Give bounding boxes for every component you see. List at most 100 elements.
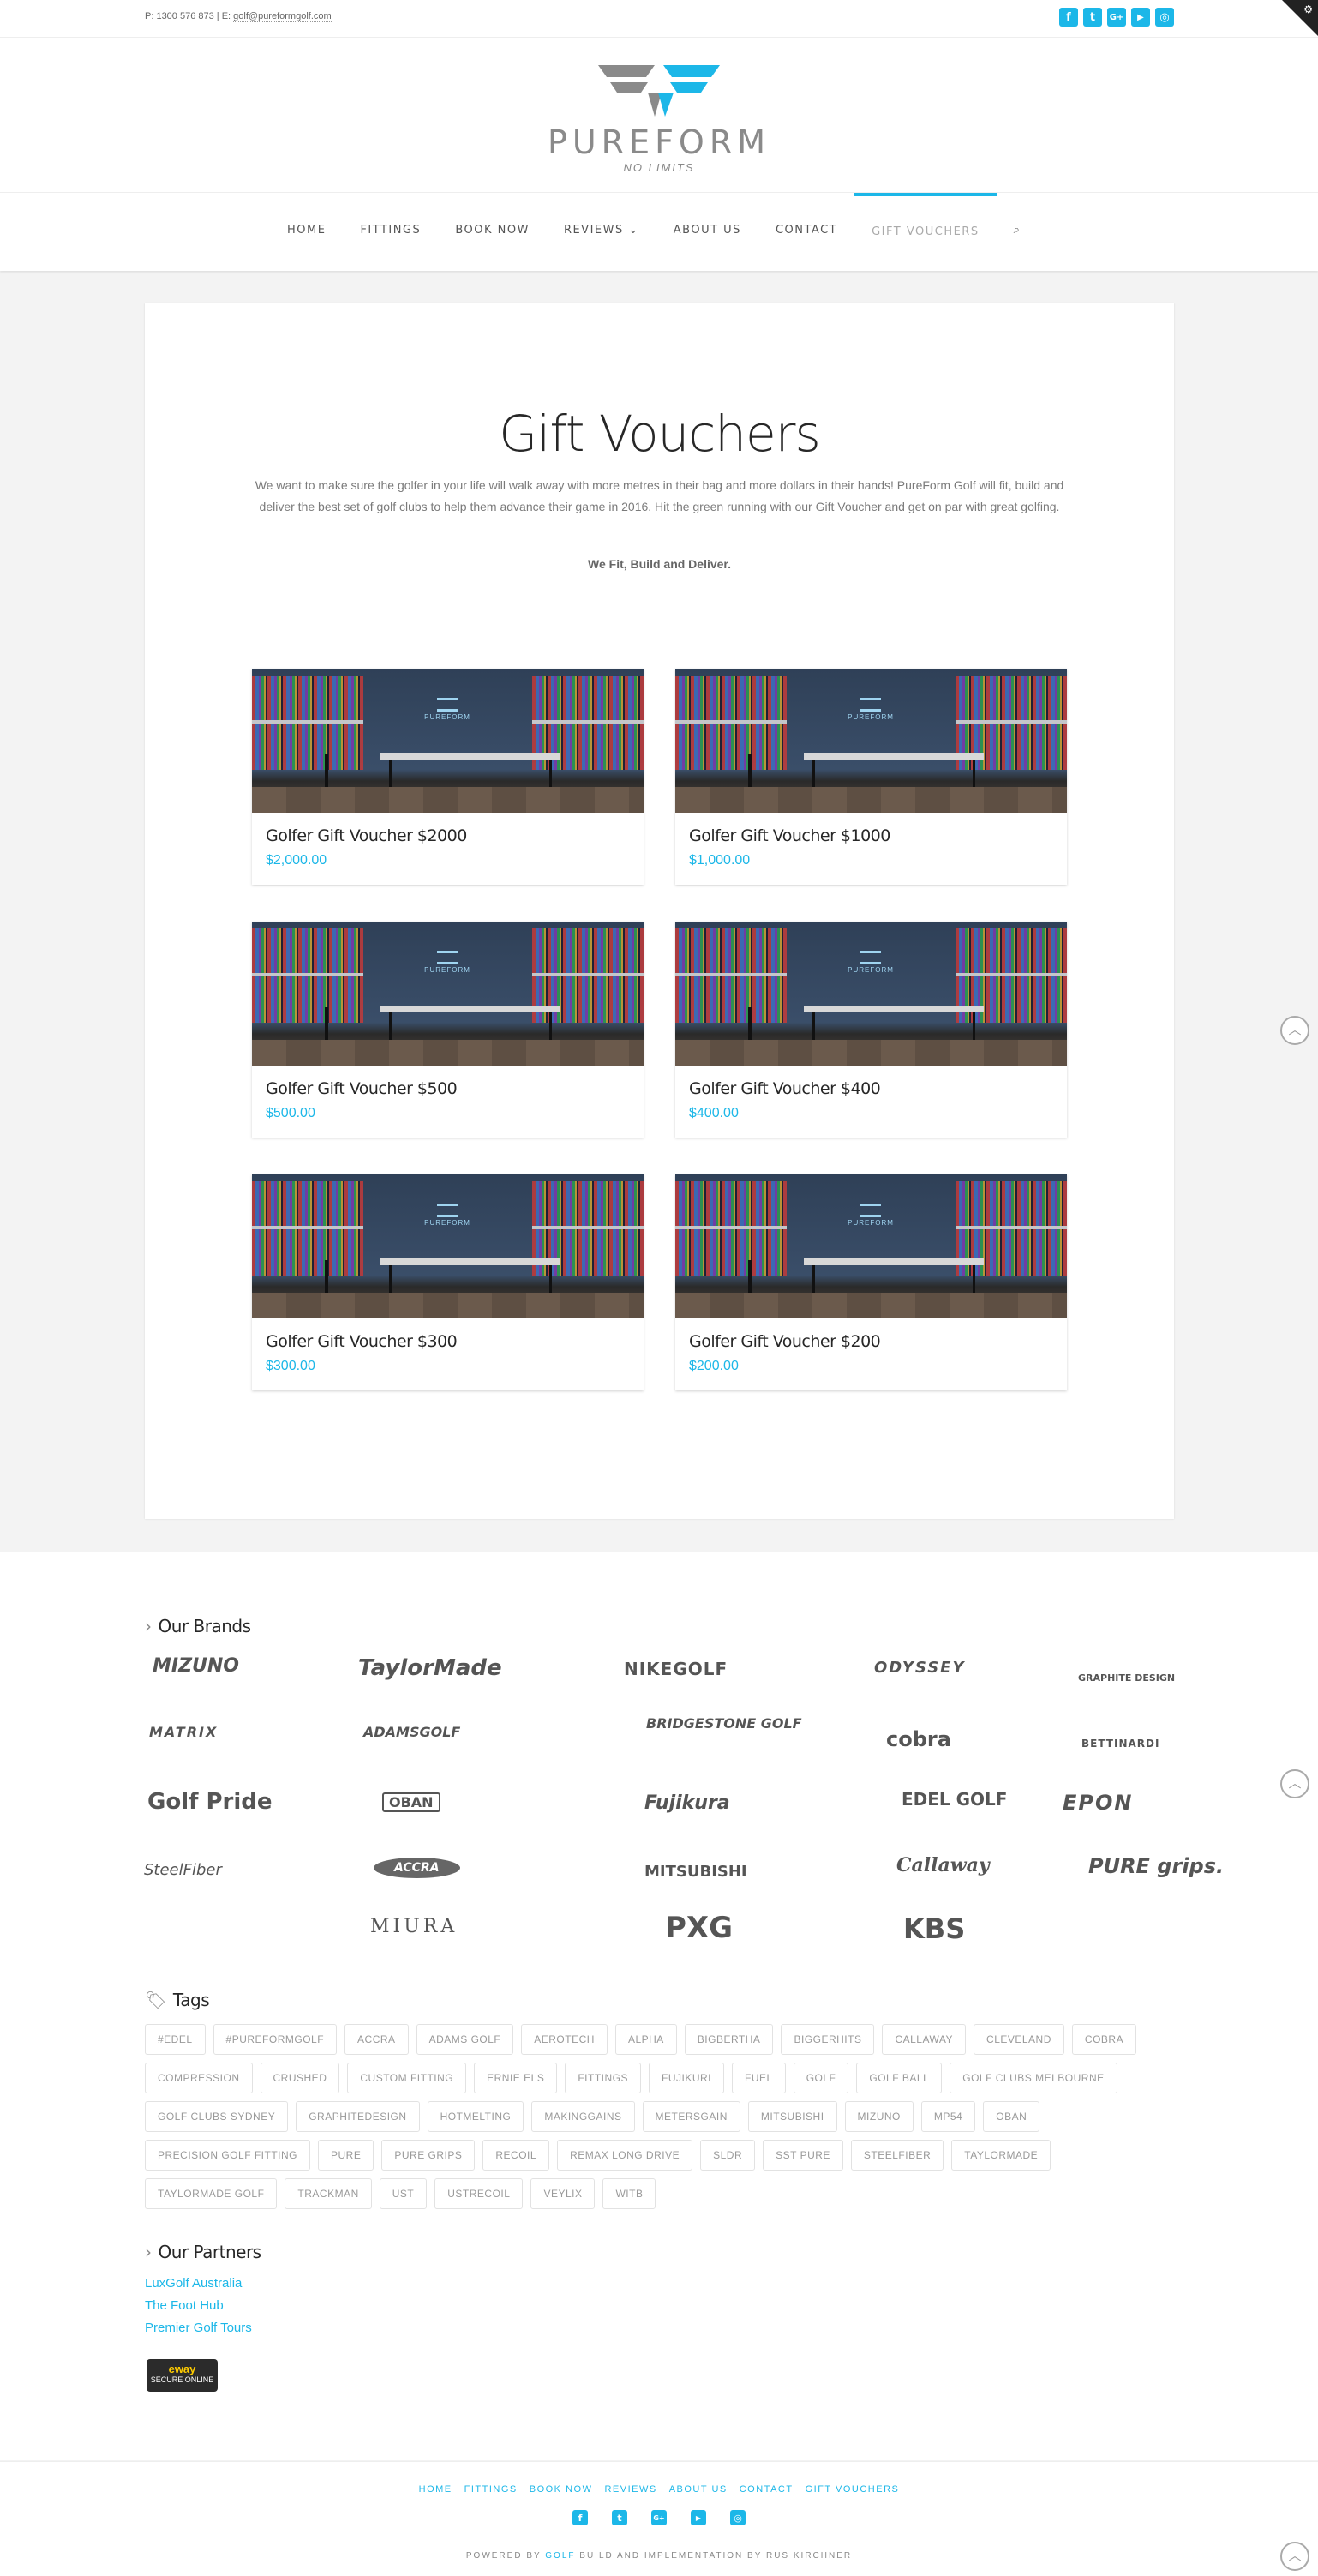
product-image[interactable]: PUREFORM: [675, 1174, 1067, 1318]
tag-link[interactable]: ACCRA: [344, 2024, 409, 2055]
settings-corner[interactable]: ⚙: [1282, 0, 1318, 36]
partner-link[interactable]: The Foot Hub: [145, 2298, 224, 2313]
google-plus-icon[interactable]: G+: [651, 2510, 667, 2525]
tag-link[interactable]: TAYLORMADE GOLF: [145, 2178, 278, 2209]
instagram-icon[interactable]: ◎: [730, 2510, 746, 2525]
nav-home[interactable]: HOME: [270, 193, 343, 272]
footer-nav-book-now[interactable]: BOOK NOW: [530, 2484, 593, 2495]
tag-link[interactable]: ERNIE ELS: [474, 2063, 558, 2093]
tag-link[interactable]: GOLF CLUBS SYDNEY: [145, 2101, 289, 2132]
product-image[interactable]: PUREFORM: [252, 922, 644, 1066]
product-title[interactable]: Golfer Gift Voucher $300: [266, 1332, 458, 1351]
tag-link[interactable]: PRECISION GOLF FITTING: [145, 2140, 311, 2171]
product-title[interactable]: Golfer Gift Voucher $500: [266, 1079, 458, 1098]
brand-logo[interactable]: EPON: [1063, 1791, 1133, 1815]
tag-link[interactable]: COBRA: [1071, 2024, 1137, 2055]
tag-link[interactable]: HOTMELTING: [427, 2101, 524, 2132]
search-icon[interactable]: ⌕: [997, 193, 1039, 272]
product-card[interactable]: PUREFORM Golfer Gift Voucher $2000 $2,00…: [252, 669, 644, 885]
partner-link[interactable]: LuxGolf Australia: [145, 2276, 242, 2291]
tag-link[interactable]: AEROTECH: [521, 2024, 608, 2055]
tag-link[interactable]: WITB: [602, 2178, 656, 2209]
tag-link[interactable]: MP54: [920, 2101, 976, 2132]
tag-link[interactable]: FUJIKURI: [649, 2063, 725, 2093]
tag-link[interactable]: CUSTOM FITTING: [347, 2063, 467, 2093]
product-image[interactable]: PUREFORM: [252, 1174, 644, 1318]
nav-fittings[interactable]: FITTINGS: [343, 193, 438, 272]
tag-link[interactable]: OBAN: [983, 2101, 1040, 2132]
brand-logo[interactable]: MIZUNO: [153, 1655, 239, 1677]
nav-book-now[interactable]: BOOK NOW: [438, 193, 547, 272]
facebook-icon[interactable]: f: [1059, 8, 1078, 27]
tag-link[interactable]: GRAPHITEDESIGN: [296, 2101, 420, 2132]
product-title[interactable]: Golfer Gift Voucher $200: [689, 1332, 881, 1351]
tag-link[interactable]: METERSGAIN: [642, 2101, 740, 2132]
tag-link[interactable]: FUEL: [732, 2063, 786, 2093]
footer-nav-home[interactable]: HOME: [419, 2484, 452, 2495]
product-image[interactable]: PUREFORM: [675, 922, 1067, 1066]
product-card[interactable]: PUREFORM Golfer Gift Voucher $300 $300.0…: [252, 1174, 644, 1390]
product-card[interactable]: PUREFORM Golfer Gift Voucher $400 $400.0…: [675, 922, 1067, 1138]
tag-link[interactable]: TRACKMAN: [285, 2178, 372, 2209]
google-plus-icon[interactable]: G+: [1107, 8, 1126, 27]
brand-logo[interactable]: ADAMSGOLF: [363, 1724, 460, 1740]
brand-logo[interactable]: Fujikura: [644, 1792, 730, 1814]
tag-link[interactable]: #EDEL: [145, 2024, 206, 2055]
brand-logo[interactable]: MATRIX: [149, 1724, 218, 1740]
nav-reviews[interactable]: REVIEWS ⌄: [547, 193, 656, 272]
tag-link[interactable]: VEYLIX: [530, 2178, 596, 2209]
product-title[interactable]: Golfer Gift Voucher $400: [689, 1079, 881, 1098]
tag-link[interactable]: #PUREFORMGOLF: [213, 2024, 338, 2055]
tag-link[interactable]: MAKINGGAINS: [531, 2101, 635, 2132]
gear-icon[interactable]: ⚙: [1303, 3, 1313, 15]
chevron-up-icon[interactable]: ︿: [1280, 1769, 1309, 1798]
footer-nav-fittings[interactable]: FITTINGS: [464, 2484, 518, 2495]
footer-nav-gift-vouchers[interactable]: GIFT VOUCHERS: [806, 2484, 900, 2495]
footer-nav-reviews[interactable]: REVIEWS: [604, 2484, 656, 2495]
brand-logo[interactable]: BETTINARDI: [1081, 1738, 1159, 1750]
tag-link[interactable]: TAYLORMADE: [951, 2140, 1051, 2171]
brand-logo[interactable]: Golf Pride: [147, 1789, 273, 1815]
brand-logo[interactable]: OBAN: [382, 1792, 440, 1812]
product-image[interactable]: PUREFORM: [252, 669, 644, 813]
brand-logo[interactable]: TaylorMade: [358, 1655, 502, 1681]
brand-logo[interactable]: ACCRA: [374, 1858, 460, 1878]
site-logo[interactable]: PUREFORM NO LIMITS: [545, 57, 773, 177]
nav-about-us[interactable]: ABOUT US: [656, 193, 758, 272]
tag-link[interactable]: MITSUBISHI: [747, 2101, 837, 2132]
tag-link[interactable]: GOLF BALL: [856, 2063, 943, 2093]
eway-secure-badge[interactable]: eway SECURE ONLINE: [147, 2359, 218, 2392]
chevron-up-icon[interactable]: ︿: [1280, 1016, 1309, 1045]
facebook-icon[interactable]: f: [572, 2510, 588, 2525]
tag-link[interactable]: PURE GRIPS: [381, 2140, 476, 2171]
product-title[interactable]: Golfer Gift Voucher $1000: [689, 826, 890, 845]
nav-gift-vouchers[interactable]: GIFT VOUCHERS: [854, 193, 997, 272]
tag-link[interactable]: CRUSHED: [260, 2063, 340, 2093]
chevron-up-icon[interactable]: ︿: [1280, 2542, 1309, 2571]
brand-logo[interactable]: EDEL GOLF: [902, 1789, 1007, 1810]
product-title[interactable]: Golfer Gift Voucher $2000: [266, 826, 467, 845]
brand-logo[interactable]: MIURA: [370, 1916, 458, 1937]
youtube-icon[interactable]: ▶: [691, 2510, 706, 2525]
tag-link[interactable]: COMPRESSION: [145, 2063, 253, 2093]
brand-logo[interactable]: cobra: [886, 1727, 951, 1751]
tag-link[interactable]: SST PURE: [763, 2140, 843, 2171]
twitter-icon[interactable]: t: [1083, 8, 1102, 27]
tag-link[interactable]: FITTINGS: [565, 2063, 642, 2093]
tag-link[interactable]: BIGGERHITS: [781, 2024, 875, 2055]
tag-link[interactable]: BIGBERTHA: [684, 2024, 774, 2055]
tag-link[interactable]: CALLAWAY: [882, 2024, 967, 2055]
brand-logo[interactable]: KBS: [903, 1912, 965, 1945]
nav-contact[interactable]: CONTACT: [758, 193, 854, 272]
brand-logo[interactable]: Callaway: [896, 1854, 990, 1876]
twitter-icon[interactable]: t: [612, 2510, 627, 2525]
tag-link[interactable]: ADAMS GOLF: [416, 2024, 514, 2055]
brand-logo[interactable]: PURE grips.: [1088, 1854, 1224, 1878]
credit-link[interactable]: GOLF: [545, 2551, 575, 2561]
tag-link[interactable]: REMAX LONG DRIVE: [557, 2140, 693, 2171]
tag-link[interactable]: ALPHA: [614, 2024, 677, 2055]
brand-logo[interactable]: GRAPHITE DESIGN: [1078, 1672, 1175, 1684]
footer-nav-contact[interactable]: CONTACT: [740, 2484, 794, 2495]
tag-link[interactable]: PURE: [318, 2140, 374, 2171]
product-image[interactable]: PUREFORM: [675, 669, 1067, 813]
